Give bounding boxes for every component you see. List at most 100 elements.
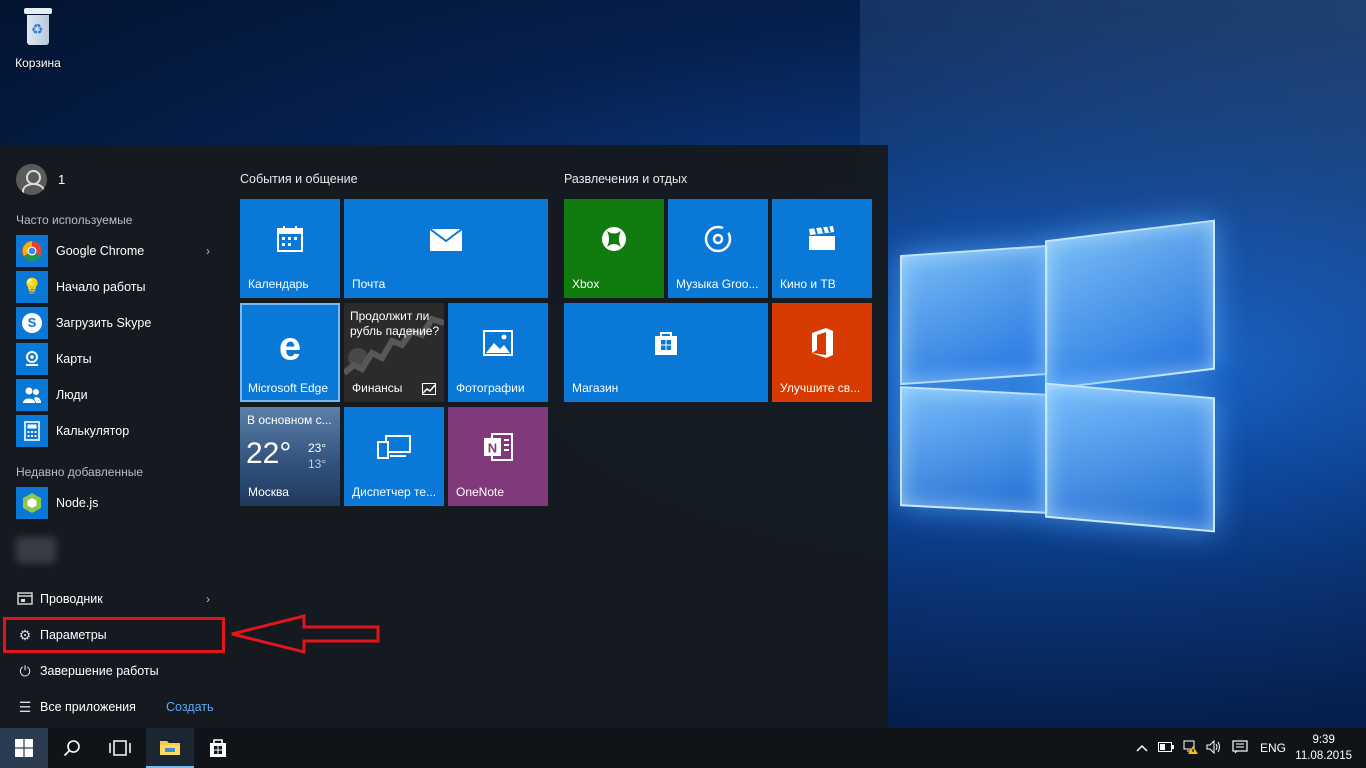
explorer-item[interactable]: Проводник › <box>0 581 228 617</box>
svg-text:N: N <box>488 440 497 455</box>
tile-label: Xbox <box>572 277 600 291</box>
store-icon <box>210 739 226 757</box>
recent-title: Недавно добавленные <box>16 465 144 479</box>
tile-device-manager[interactable]: Диспетчер те... <box>344 407 444 506</box>
tile-calendar[interactable]: Календарь <box>240 199 340 298</box>
clock[interactable]: 9:39 11.08.2015 <box>1295 732 1352 764</box>
battery-icon[interactable] <box>1158 741 1174 755</box>
start-left-column: 1 Часто используемые Google Chrome › 💡 Н… <box>0 145 228 728</box>
all-apps-item[interactable]: ☰ Все приложения Создать <box>0 689 228 725</box>
windows-logo-wallpaper <box>880 210 1240 550</box>
tile-finance[interactable]: Продолжит ли рубль падение? Финансы <box>344 303 444 402</box>
app-label: Начало работы <box>56 280 146 294</box>
skype-icon: S <box>16 307 48 339</box>
folder-icon <box>160 741 180 755</box>
user-account[interactable]: 1 <box>16 163 65 195</box>
app-label: Люди <box>56 388 88 402</box>
tile-label: Магазин <box>572 381 619 395</box>
shutdown-item[interactable]: ⏻ Завершение работы <box>0 653 228 689</box>
tile-groove-music[interactable]: Музыка Groo... <box>668 199 768 298</box>
weather-temp: 22° <box>246 437 292 470</box>
tile-label: Microsoft Edge <box>248 381 329 395</box>
start-bottom-list: Проводник › ⚙ Параметры ⏻ Завершение раб… <box>0 581 228 725</box>
tile-label: Календарь <box>248 277 309 291</box>
tile-xbox[interactable]: Xbox <box>564 199 664 298</box>
system-tray: ENG <box>1134 728 1286 768</box>
calendar-icon <box>276 225 304 261</box>
action-center-icon[interactable] <box>1232 739 1248 757</box>
create-link[interactable]: Создать <box>166 700 214 714</box>
power-icon: ⏻ <box>19 662 31 679</box>
task-view-button[interactable] <box>96 728 144 768</box>
app-label: Загрузить Skype <box>56 316 152 330</box>
start-button[interactable] <box>0 728 48 768</box>
app-item-skype[interactable]: S Загрузить Skype <box>16 305 228 341</box>
lightbulb-icon: 💡 <box>16 271 48 303</box>
tile-label: Улучшите св... <box>780 381 861 395</box>
finance-headline: Продолжит ли рубль падение? <box>350 309 440 338</box>
recycle-bin-icon <box>21 6 55 48</box>
windows-icon <box>15 739 33 757</box>
people-icon <box>16 379 48 411</box>
app-item-maps[interactable]: Карты <box>16 341 228 377</box>
edge-icon: e <box>278 324 302 369</box>
tile-label: Диспетчер те... <box>352 485 437 499</box>
user-avatar-icon <box>16 163 47 195</box>
app-label: Google Chrome <box>56 244 145 258</box>
tile-label: Фотографии <box>456 381 525 395</box>
app-item-get-started[interactable]: 💡 Начало работы <box>16 269 228 305</box>
taskbar-store[interactable] <box>194 728 242 768</box>
onenote-icon: N <box>482 431 514 471</box>
stock-chart-icon <box>422 383 436 395</box>
tile-label: OneNote <box>456 485 505 499</box>
taskbar-explorer[interactable] <box>146 728 194 768</box>
music-icon <box>703 224 733 262</box>
app-item-nodejs[interactable]: Node.js <box>16 485 228 521</box>
recent-app-list: Node.js <box>16 485 228 521</box>
weather-high: 23° <box>308 441 327 455</box>
frequent-title: Часто используемые <box>16 213 133 227</box>
calculator-icon <box>16 415 48 447</box>
settings-item[interactable]: ⚙ Параметры <box>3 617 225 653</box>
explorer-label: Проводник <box>40 592 103 606</box>
office-icon <box>808 327 836 367</box>
search-button[interactable] <box>48 728 96 768</box>
recycle-bin[interactable]: Корзина <box>8 6 68 70</box>
settings-label: Параметры <box>40 628 107 642</box>
tile-store[interactable]: Магазин <box>564 303 768 402</box>
list-icon: ☰ <box>18 698 32 715</box>
folder-icon <box>16 591 34 608</box>
app-item-chrome[interactable]: Google Chrome › <box>16 233 228 269</box>
tile-photos[interactable]: Фотографии <box>448 303 548 402</box>
devices-icon <box>376 434 412 468</box>
app-label: Node.js <box>56 496 99 510</box>
tile-onenote[interactable]: N OneNote <box>448 407 548 506</box>
tile-label: Кино и ТВ <box>780 277 836 291</box>
volume-icon[interactable] <box>1206 739 1222 757</box>
clock-date: 11.08.2015 <box>1295 750 1352 762</box>
frequent-app-list: Google Chrome › 💡 Начало работы S Загруз… <box>16 233 228 449</box>
network-warning-icon[interactable] <box>1182 740 1198 757</box>
chrome-icon <box>16 235 48 267</box>
search-icon <box>63 740 80 757</box>
chevron-up-icon[interactable] <box>1134 741 1150 755</box>
language-indicator[interactable]: ENG <box>1260 741 1286 755</box>
tile-edge[interactable]: e Microsoft Edge <box>240 303 340 402</box>
mail-icon <box>429 226 463 260</box>
chevron-right-icon[interactable]: › <box>206 592 210 606</box>
tile-label: Москва <box>248 485 289 499</box>
gear-icon: ⚙ <box>18 626 32 643</box>
chevron-right-icon[interactable]: › <box>206 244 210 258</box>
tile-weather[interactable]: В основном с... 22° 23° 13° Москва <box>240 407 340 506</box>
app-item-people[interactable]: Люди <box>16 377 228 413</box>
tile-get-office[interactable]: Улучшите св... <box>772 303 872 402</box>
tile-mail[interactable]: Почта <box>344 199 548 298</box>
blurred-item <box>16 537 56 563</box>
app-item-calculator[interactable]: Калькулятор <box>16 413 228 449</box>
nodejs-icon <box>16 487 48 519</box>
tile-movies-tv[interactable]: Кино и ТВ <box>772 199 872 298</box>
task-view-icon <box>109 740 131 756</box>
shutdown-label: Завершение работы <box>40 664 159 678</box>
clapperboard-icon <box>807 225 837 260</box>
xbox-icon <box>600 225 628 261</box>
